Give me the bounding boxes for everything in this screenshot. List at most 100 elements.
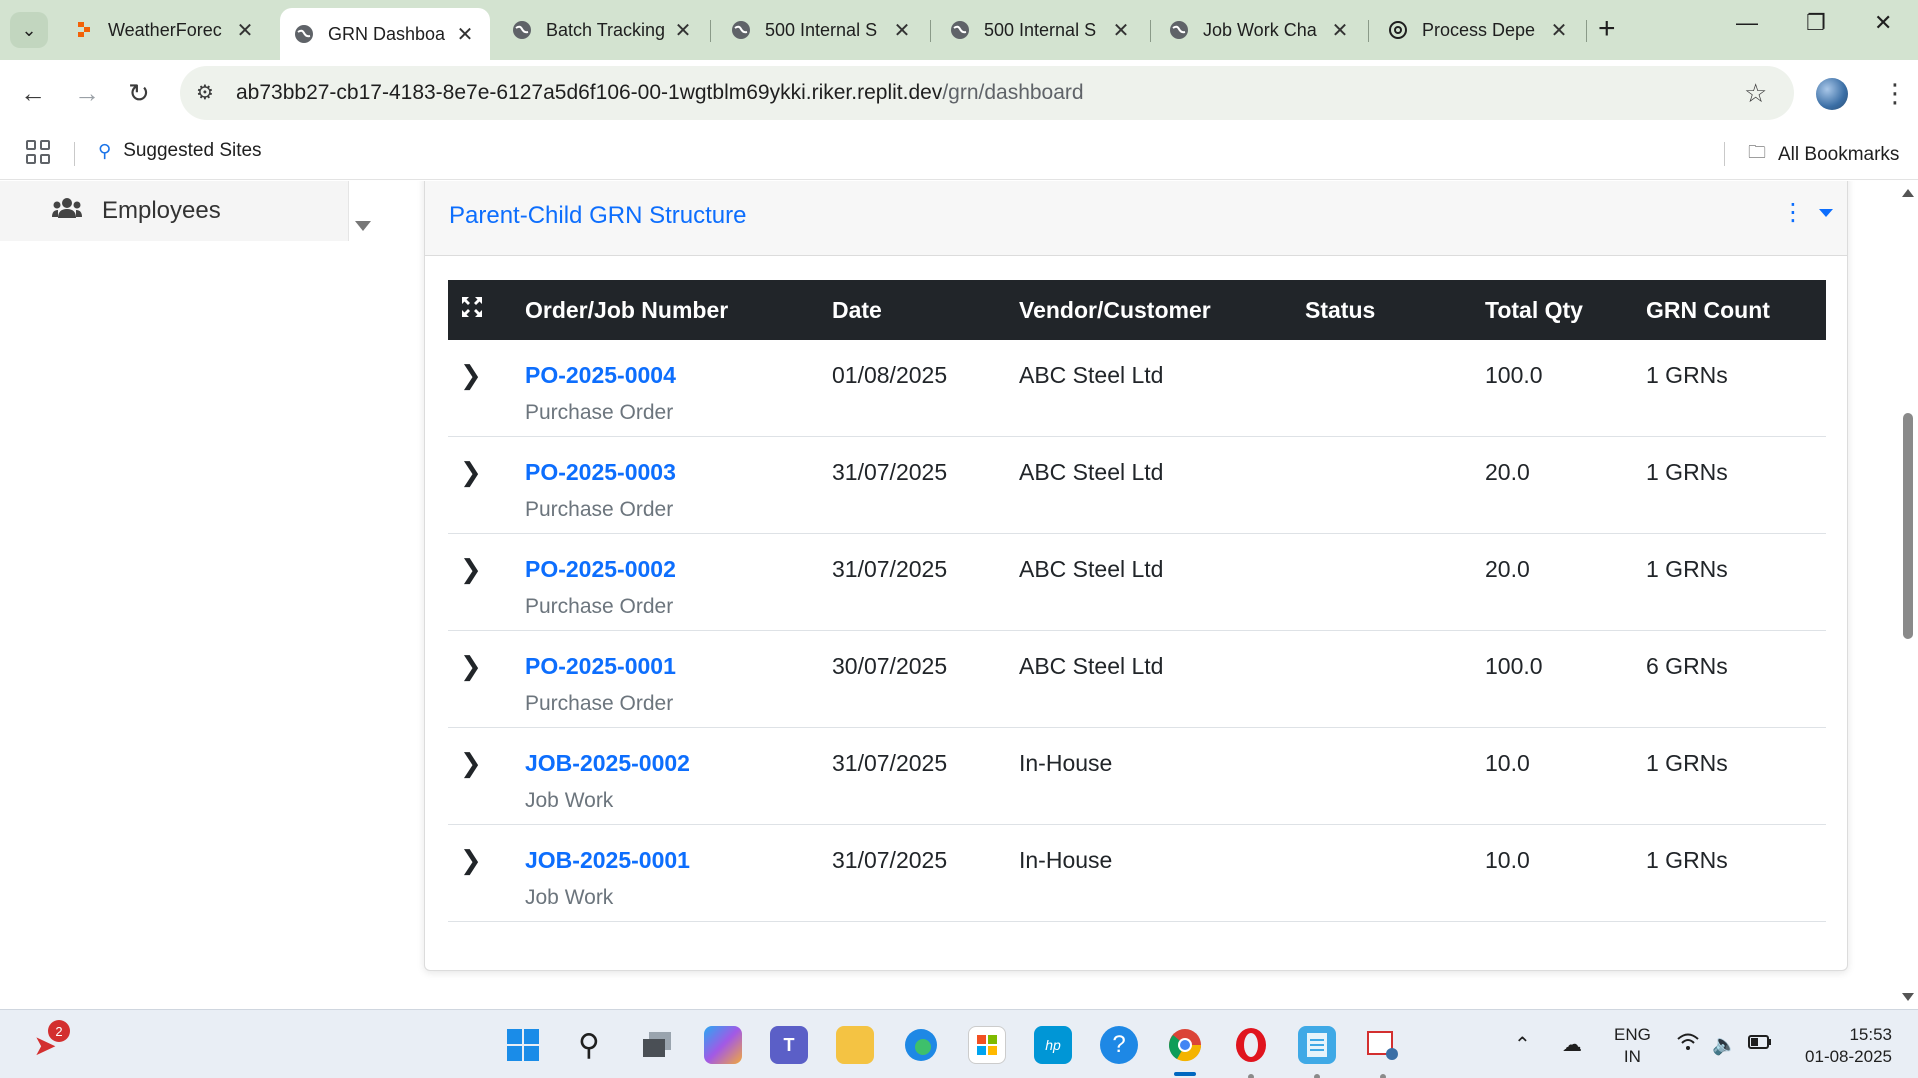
sidebar-scrollbar[interactable] bbox=[348, 181, 376, 241]
order-date: 31/07/2025 bbox=[832, 847, 948, 873]
restore-icon[interactable]: ❐ bbox=[1806, 10, 1826, 36]
column-header-vendor[interactable]: Vendor/Customer bbox=[1019, 297, 1305, 324]
chrome-browser-icon[interactable] bbox=[1166, 1026, 1204, 1064]
column-header-total-qty[interactable]: Total Qty bbox=[1485, 297, 1646, 324]
chevron-right-icon[interactable]: ❯ bbox=[460, 457, 482, 487]
tab-title: 500 Internal S bbox=[765, 19, 878, 40]
snipping-tool-icon[interactable] bbox=[1364, 1026, 1402, 1064]
onedrive-cloud-icon[interactable]: ☁ bbox=[1562, 1032, 1582, 1057]
kebab-menu-icon: ⋮ bbox=[1781, 199, 1805, 226]
card-options-dropdown[interactable]: ⋮ bbox=[1781, 198, 1833, 227]
back-arrow-icon[interactable]: ← bbox=[20, 78, 46, 108]
address-bar[interactable]: ab73bb27-cb17-4183-8e7e-6127a5d6f106-00-… bbox=[180, 66, 1794, 120]
chevron-right-icon[interactable]: ❯ bbox=[460, 360, 482, 390]
tab-separator bbox=[1150, 20, 1151, 42]
volume-icon[interactable]: 🔈 bbox=[1712, 1032, 1737, 1057]
close-icon[interactable]: ✕ bbox=[1548, 18, 1570, 43]
grn-structure-card: Parent-Child GRN Structure ⋮ Order/Job N… bbox=[424, 181, 1848, 971]
chevron-right-icon[interactable]: ❯ bbox=[460, 845, 482, 875]
order-type: Purchase Order bbox=[525, 401, 674, 424]
microsoft-store-icon[interactable] bbox=[968, 1026, 1006, 1064]
table-row[interactable]: ❯ PO-2025-0001 Purchase Order 30/07/2025… bbox=[448, 631, 1826, 728]
windows-start-icon[interactable] bbox=[504, 1026, 542, 1064]
myhp-icon[interactable]: hp bbox=[1034, 1026, 1072, 1064]
column-header-grn-count[interactable]: GRN Count bbox=[1646, 297, 1826, 324]
scroll-up-arrow-icon[interactable] bbox=[1902, 189, 1914, 197]
bookmark-star-icon[interactable]: ☆ bbox=[1744, 78, 1767, 109]
browser-tab-job-work[interactable]: Job Work Cha ✕ bbox=[1155, 8, 1365, 52]
order-number-link[interactable]: PO-2025-0003 bbox=[525, 459, 832, 486]
chevron-right-icon[interactable]: ❯ bbox=[460, 748, 482, 778]
tab-search-button[interactable]: ⌄ bbox=[10, 12, 48, 48]
grn-count: 6 GRNs bbox=[1646, 653, 1728, 679]
language-indicator[interactable]: ENG IN bbox=[1614, 1024, 1651, 1068]
caret-down-icon bbox=[1819, 208, 1833, 217]
search-icon: ⚲ bbox=[98, 140, 112, 161]
column-header-order[interactable]: Order/Job Number bbox=[525, 297, 832, 324]
teams-icon[interactable]: T bbox=[770, 1026, 808, 1064]
window-close-icon[interactable]: ✕ bbox=[1874, 10, 1892, 36]
copilot-icon[interactable] bbox=[704, 1026, 742, 1064]
table-row[interactable]: ❯ PO-2025-0002 Purchase Order 31/07/2025… bbox=[448, 534, 1826, 631]
vendor-name: ABC Steel Ltd bbox=[1019, 653, 1164, 679]
order-status bbox=[1305, 631, 1485, 653]
browser-tab-process-dependency[interactable]: Process Depe ✕ bbox=[1374, 8, 1584, 52]
browser-tab-grn-dashboard[interactable]: GRN Dashboa ✕ bbox=[280, 8, 490, 60]
browser-menu-icon[interactable]: ⋮ bbox=[1882, 78, 1908, 109]
chevron-right-icon[interactable]: ❯ bbox=[460, 554, 482, 584]
reload-icon[interactable]: ↻ bbox=[128, 78, 150, 108]
browser-tab-batch-tracking[interactable]: Batch Tracking ✕ bbox=[498, 8, 708, 52]
opera-browser-icon[interactable] bbox=[1232, 1026, 1270, 1064]
close-icon[interactable]: ✕ bbox=[454, 22, 476, 47]
close-icon[interactable]: ✕ bbox=[672, 18, 694, 43]
vendor-name: In-House bbox=[1019, 750, 1113, 776]
browser-tab-500-error-1[interactable]: 500 Internal S ✕ bbox=[717, 8, 927, 52]
order-type: Job Work bbox=[525, 886, 614, 909]
browser-tab-500-error-2[interactable]: 500 Internal S ✕ bbox=[936, 8, 1146, 52]
file-explorer-icon[interactable] bbox=[836, 1026, 874, 1064]
profile-avatar[interactable] bbox=[1816, 78, 1848, 110]
scroll-down-arrow-icon[interactable] bbox=[355, 221, 371, 231]
column-header-date[interactable]: Date bbox=[832, 297, 1019, 324]
column-header-status[interactable]: Status bbox=[1305, 297, 1485, 324]
battery-icon[interactable] bbox=[1748, 1032, 1772, 1055]
close-icon[interactable]: ✕ bbox=[234, 18, 256, 43]
system-clock[interactable]: 15:53 01-08-2025 bbox=[1796, 1024, 1892, 1068]
notepad-icon[interactable] bbox=[1298, 1026, 1336, 1064]
help-icon[interactable]: ? bbox=[1100, 1026, 1138, 1064]
close-icon[interactable]: ✕ bbox=[1329, 18, 1351, 43]
expand-all-button[interactable] bbox=[448, 295, 525, 325]
order-number-link[interactable]: PO-2025-0002 bbox=[525, 556, 832, 583]
order-number-link[interactable]: PO-2025-0001 bbox=[525, 653, 832, 680]
new-tab-plus-icon[interactable]: + bbox=[1598, 14, 1616, 44]
sidebar-item-employees[interactable]: Employees bbox=[0, 181, 374, 241]
show-hidden-icons-chevron-up-icon[interactable]: ⌃ bbox=[1514, 1032, 1531, 1057]
chevron-right-icon[interactable]: ❯ bbox=[460, 651, 482, 681]
suggested-sites-link[interactable]: ⚲ Suggested Sites bbox=[98, 140, 262, 162]
close-icon[interactable]: ✕ bbox=[891, 18, 913, 43]
page-scrollbar[interactable] bbox=[1898, 181, 1918, 1009]
tab-separator bbox=[1586, 20, 1587, 42]
order-number-link[interactable]: PO-2025-0004 bbox=[525, 362, 832, 389]
table-row[interactable]: ❯ PO-2025-0004 Purchase Order 01/08/2025… bbox=[448, 340, 1826, 437]
table-row[interactable]: ❯ JOB-2025-0002 Job Work 31/07/2025 In-H… bbox=[448, 728, 1826, 825]
site-info-icon[interactable]: ⚙ bbox=[196, 80, 214, 105]
wifi-icon[interactable] bbox=[1676, 1032, 1700, 1058]
order-number-link[interactable]: JOB-2025-0001 bbox=[525, 847, 832, 874]
order-number-link[interactable]: JOB-2025-0002 bbox=[525, 750, 832, 777]
table-row[interactable]: ❯ PO-2025-0003 Purchase Order 31/07/2025… bbox=[448, 437, 1826, 534]
browser-tab-weather[interactable]: WeatherForec ✕ bbox=[60, 8, 270, 52]
scrollbar-thumb[interactable] bbox=[1903, 413, 1913, 639]
edge-browser-icon[interactable] bbox=[902, 1026, 940, 1064]
table-row[interactable]: ❯ JOB-2025-0001 Job Work 31/07/2025 In-H… bbox=[448, 825, 1826, 922]
task-view-icon[interactable] bbox=[638, 1026, 676, 1064]
tab-title: GRN Dashboa bbox=[328, 23, 446, 44]
order-status bbox=[1305, 728, 1485, 750]
forward-arrow-icon[interactable]: → bbox=[74, 78, 100, 108]
scroll-down-arrow-icon[interactable] bbox=[1902, 993, 1914, 1001]
apps-grid-icon[interactable] bbox=[26, 140, 50, 164]
search-icon[interactable]: ⚲ bbox=[570, 1026, 608, 1064]
minimize-icon[interactable]: — bbox=[1736, 10, 1758, 36]
close-icon[interactable]: ✕ bbox=[1110, 18, 1132, 43]
all-bookmarks-link[interactable]: 🗀 All Bookmarks bbox=[1748, 140, 1899, 170]
